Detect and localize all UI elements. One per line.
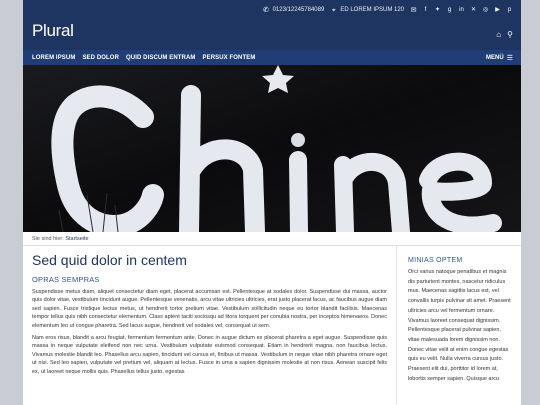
nav-item-lorem-ipsum[interactable]: LOREM IPSUM — [32, 55, 75, 61]
twitter-icon[interactable]: ✦ — [434, 7, 441, 14]
home-icon[interactable]: ⌂ — [496, 30, 501, 39]
page: ✆ 0123/12245784089 ⌖ ED LOREM IPSUM 120 … — [23, 0, 521, 405]
site-header: ✆ 0123/12245784089 ⌖ ED LOREM IPSUM 120 … — [23, 0, 521, 50]
breadcrumb: Sie sind hier: Startseite — [32, 236, 89, 242]
sidebar-divider — [396, 246, 397, 405]
sidebar: MINIAS OPTEM Orci varius natoque penatib… — [408, 257, 514, 384]
hero-image — [23, 65, 521, 232]
menu-label: MENÜ — [486, 54, 504, 61]
sidebar-title: MINIAS OPTEM — [408, 257, 463, 264]
body-paragraph: Suspendisse metus diam, aliquet consecte… — [32, 289, 387, 329]
search-icon[interactable]: ⚲ — [507, 30, 513, 39]
map-pin-icon: ⌖ — [331, 6, 336, 14]
hero-photo-chine-sign — [23, 65, 521, 232]
page-title: Sed quid dolor in centem — [32, 252, 187, 268]
nav-item-persux-fontem[interactable]: PERSUX FONTEM — [202, 55, 255, 61]
main-navigation: LOREM IPSUM SED DOLOR QUID DISCUM ENTRAM… — [23, 50, 521, 65]
phone-number[interactable]: 0123/12245784089 — [273, 7, 325, 13]
top-contact-bar: ✆ 0123/12245784089 ⌖ ED LOREM IPSUM 120 … — [263, 4, 513, 16]
header-icons: ⌂ ⚲ — [496, 30, 513, 39]
instagram-icon[interactable]: ◎ — [482, 7, 489, 14]
body-paragraph: Nam eros risus, blandit a arcu feugiat, … — [32, 335, 387, 375]
section-subtitle: OPRAS SEMPRAS — [32, 275, 100, 284]
site-logo[interactable]: Plural — [32, 21, 74, 41]
breadcrumb-prefix: Sie sind hier: — [32, 236, 64, 242]
main-content: Sed quid dolor in centem OPRAS SEMPRAS S… — [32, 252, 387, 380]
mail-icon[interactable]: ✉ — [410, 7, 417, 14]
address-text: ED LOREM IPSUM 120 — [340, 7, 404, 13]
divider — [23, 245, 521, 246]
nav-item-quid-discum-entram[interactable]: QUID DISCUM ENTRAM — [126, 55, 195, 61]
google-plus-icon[interactable]: g — [446, 7, 453, 14]
nav-item-sed-dolor[interactable]: SED DOLOR — [82, 55, 119, 61]
breadcrumb-link-home[interactable]: Startseite — [65, 236, 88, 242]
hamburger-icon: ☰ — [506, 54, 513, 62]
linkedin-icon[interactable]: in — [458, 7, 465, 14]
facebook-icon[interactable]: f — [422, 7, 429, 14]
phone-icon: ✆ — [263, 6, 270, 14]
menu-button[interactable]: MENÜ ☰ — [486, 50, 513, 65]
sidebar-text: Orci varius natoque penatibus et magnis … — [408, 269, 511, 382]
xing-icon[interactable]: ✕ — [470, 7, 477, 14]
pinterest-icon[interactable]: p — [506, 7, 513, 14]
youtube-icon[interactable]: ▶ — [494, 7, 501, 14]
